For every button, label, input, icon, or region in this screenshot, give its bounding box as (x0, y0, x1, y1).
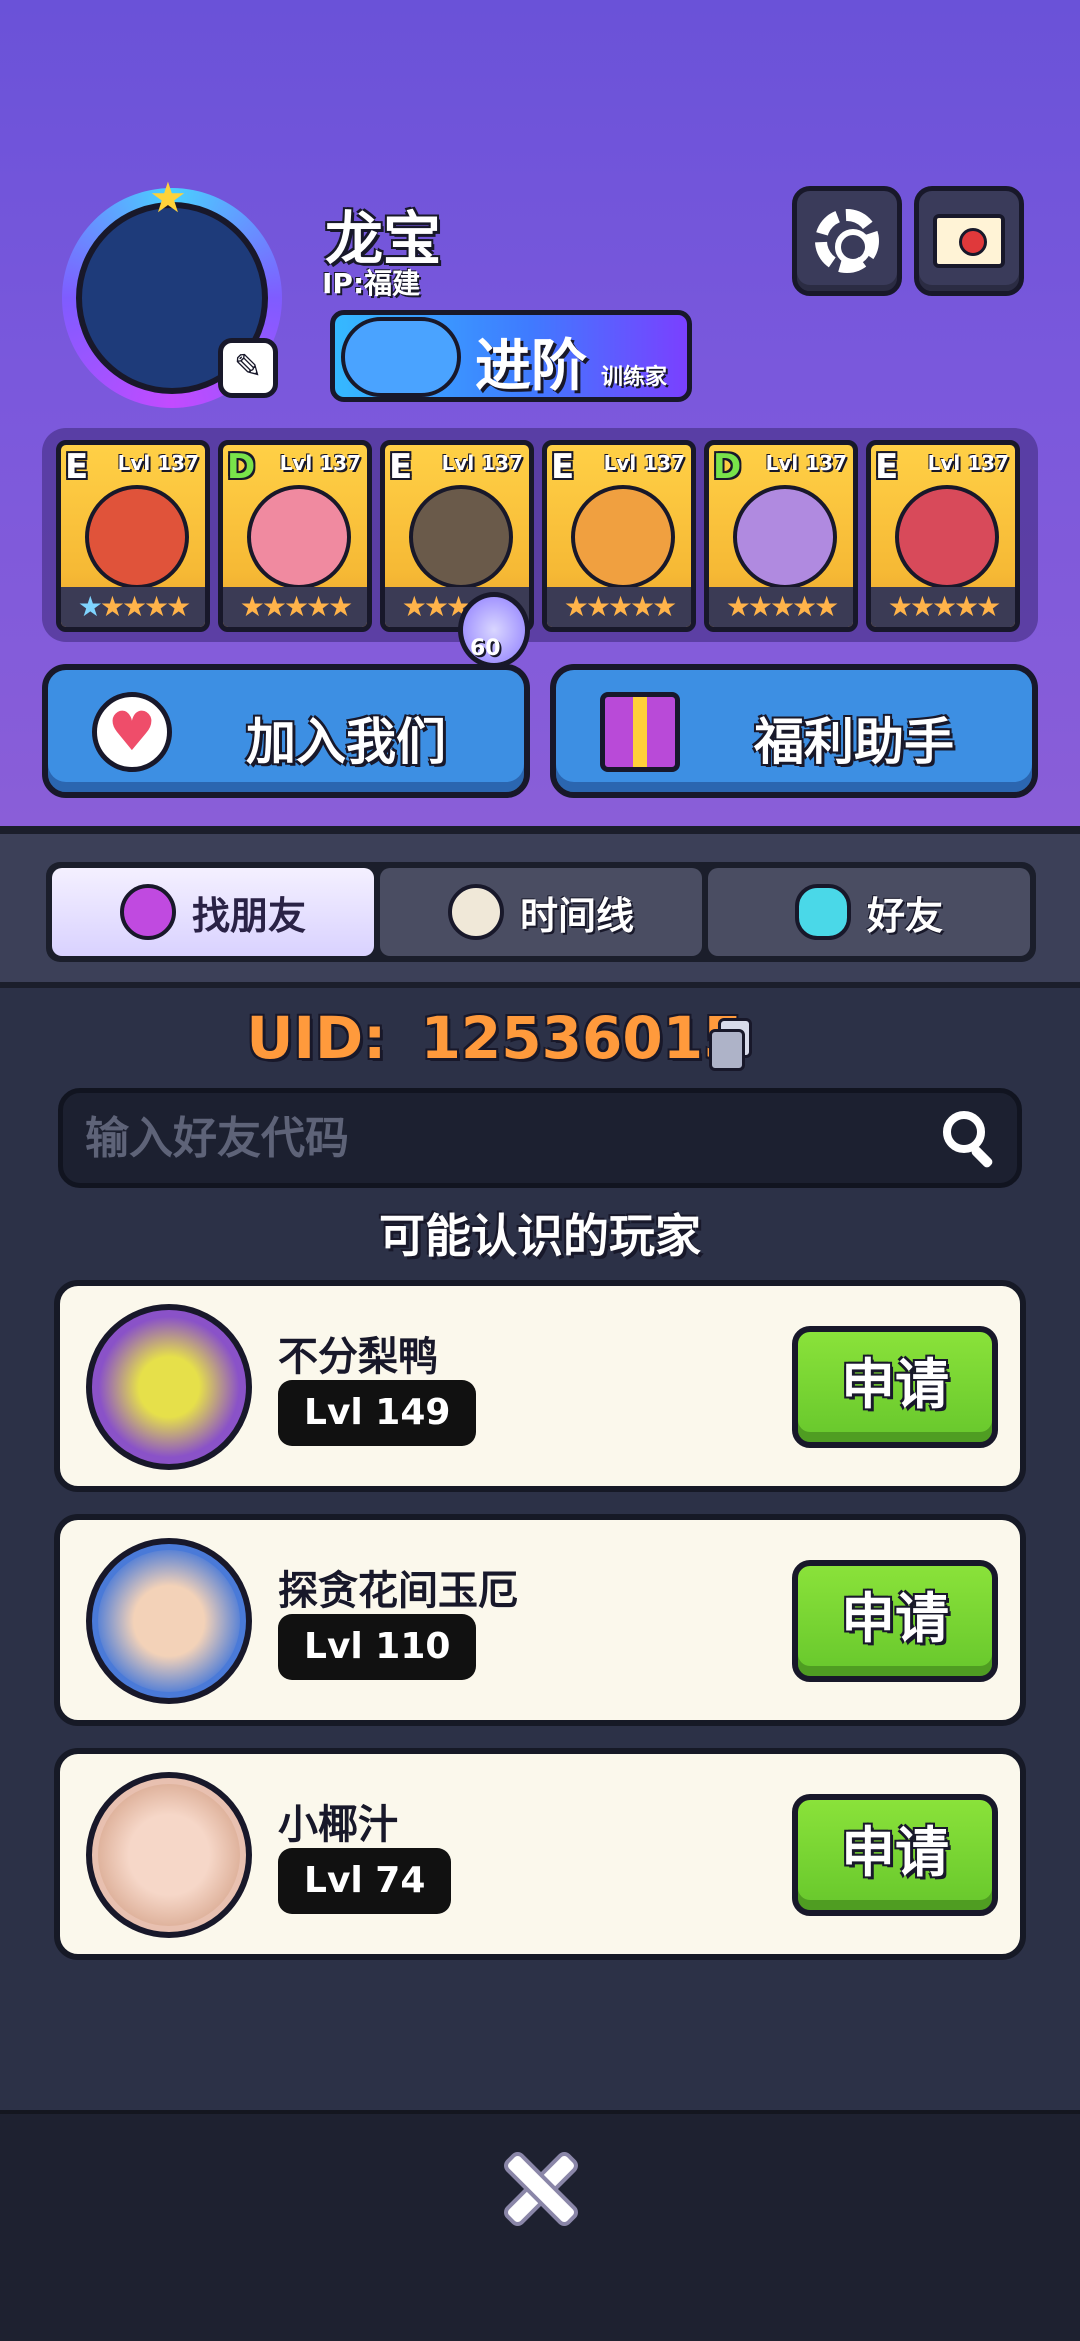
tab-label: 好友 (866, 893, 943, 938)
join-us-label: 加入我们 (246, 713, 446, 771)
divider (0, 826, 1080, 834)
player-card: 探贪花间玉厄 Lvl 110 申请 (54, 1514, 1026, 1726)
mail-button[interactable] (914, 186, 1024, 296)
search-icon[interactable] (943, 1111, 999, 1170)
monster-level: Lvl 137 (927, 451, 1009, 475)
mail-icon (933, 214, 1005, 268)
search-box (58, 1088, 1022, 1188)
monster-card[interactable]: E Lvl 137 ★★★★★ (542, 440, 696, 632)
friend-code-input[interactable] (83, 1107, 923, 1169)
avatar-image (98, 1784, 240, 1926)
copy-icon[interactable] (709, 1018, 752, 1071)
monster-card[interactable]: D Lvl 137 ★★★★★ (704, 440, 858, 632)
rank-title: 进阶 (475, 334, 587, 399)
monster-card[interactable]: E Lvl 137 ★★★★★ (866, 440, 1020, 632)
player-name: 不分梨鸭 (278, 1334, 438, 1380)
player-card: 小椰汁 Lvl 74 申请 (54, 1748, 1026, 1960)
divider (0, 982, 1080, 988)
monster-grade: E (875, 447, 899, 487)
chat-icon (794, 884, 851, 940)
monster-card[interactable]: E Lvl 137 ★★★★★ (56, 440, 210, 632)
monster-level: Lvl 137 (117, 451, 199, 475)
clock-icon (447, 884, 504, 940)
monster-level: Lvl 137 (279, 451, 361, 475)
avatar-image (98, 1550, 240, 1692)
monster-stars: ★★★★★ (223, 587, 367, 627)
welfare-assistant-label: 福利助手 (754, 713, 954, 771)
tab-find-friends[interactable]: 找朋友 (52, 868, 374, 956)
player-name: 小椰汁 (278, 1802, 398, 1848)
player-level: Lvl 74 (278, 1848, 452, 1914)
tab-friends[interactable]: 好友 (708, 868, 1030, 956)
player-avatar[interactable] (86, 1772, 252, 1938)
monster-portrait (409, 485, 513, 589)
monster-grade: E (65, 447, 89, 487)
section-title: 可能认识的玩家 (379, 1209, 701, 1263)
player-name: 探贪花间玉厄 (278, 1568, 518, 1614)
close-icon[interactable] (500, 2148, 582, 2230)
player-avatar[interactable] (86, 1304, 252, 1470)
monster-grade: D (227, 447, 256, 487)
monster-portrait (247, 485, 351, 589)
rank-badge[interactable]: 进阶 训练家 (330, 310, 692, 402)
monster-grade: E (551, 447, 575, 487)
ip-location: IP:福建 (322, 267, 421, 300)
tab-label: 时间线 (519, 893, 634, 938)
monster-portrait (733, 485, 837, 589)
monster-portrait (571, 485, 675, 589)
uid-prefix: UID: (246, 1004, 387, 1072)
settings-button[interactable] (792, 186, 902, 296)
monster-card[interactable]: D Lvl 137 ★★★★★ (218, 440, 372, 632)
player-level: Lvl 149 (278, 1380, 477, 1446)
join-us-button[interactable]: 加入我们 (42, 664, 530, 798)
monster-level: Lvl 137 (765, 451, 847, 475)
star-icon: ★ (149, 173, 187, 222)
welfare-assistant-button[interactable]: 福利助手 (550, 664, 1038, 798)
magnifier-icon (119, 884, 176, 940)
player-level: Lvl 110 (278, 1614, 477, 1680)
avatar-image (98, 1316, 240, 1458)
monster-stars: ★★★★★ (547, 587, 691, 627)
gem-count: 60 (470, 636, 501, 661)
apply-button[interactable]: 申请 (792, 1794, 998, 1916)
monster-portrait (895, 485, 999, 589)
apply-button[interactable]: 申请 (792, 1560, 998, 1682)
monster-grade: D (713, 447, 742, 487)
monster-grade: E (389, 447, 413, 487)
search-handle (969, 1144, 995, 1170)
monster-level: Lvl 137 (603, 451, 685, 475)
uid-value: 12536015 (420, 1004, 744, 1072)
player-card: 不分梨鸭 Lvl 149 申请 (54, 1280, 1026, 1492)
rank-subtitle: 训练家 (601, 365, 668, 390)
monster-portrait (85, 485, 189, 589)
gear-icon (815, 209, 879, 273)
monster-level: Lvl 137 (441, 451, 523, 475)
monster-stars: ★★★★★ (871, 587, 1015, 627)
player-avatar[interactable] (86, 1538, 252, 1704)
uid-display: UID: 12536015 (0, 1004, 1080, 1072)
monster-stars: ★★★★★ (709, 587, 853, 627)
mascot-icon (341, 317, 461, 397)
tab-label: 找朋友 (191, 893, 306, 938)
apply-button[interactable]: 申请 (792, 1326, 998, 1448)
tab-bar: 找朋友 时间线 好友 (46, 862, 1036, 962)
monster-stars: ★★★★★ (61, 587, 205, 627)
tab-timeline[interactable]: 时间线 (380, 868, 702, 956)
edit-icon[interactable]: ✎ (218, 338, 278, 398)
